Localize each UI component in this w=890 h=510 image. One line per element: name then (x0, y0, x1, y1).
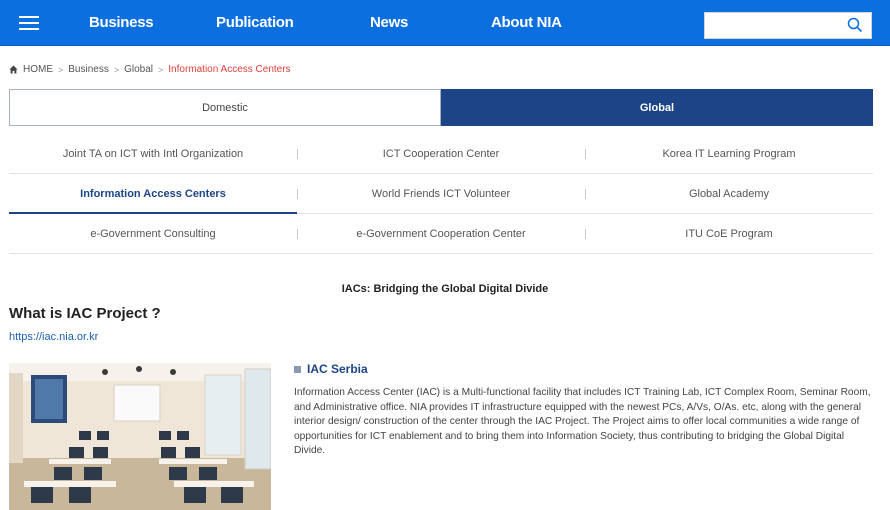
breadcrumb-current: Information Access Centers (168, 64, 291, 75)
tab-global[interactable]: Global (441, 89, 873, 126)
tab-domestic[interactable]: Domestic (9, 89, 441, 126)
breadcrumb-business[interactable]: Business (68, 64, 109, 75)
submenu-egov-consulting[interactable]: e-Government Consulting (9, 214, 297, 253)
home-icon[interactable] (9, 65, 18, 74)
search-box (704, 12, 872, 39)
nav-item-publication[interactable]: Publication (216, 14, 294, 31)
iac-website-link[interactable]: https://iac.nia.or.kr (9, 331, 98, 343)
page-subtitle: IACs: Bridging the Global Digital Divide (341, 283, 549, 295)
breadcrumb-home[interactable]: HOME (23, 64, 53, 75)
search-icon[interactable] (847, 17, 863, 33)
nav-item-business[interactable]: Business (89, 14, 154, 31)
iac-description: Information Access Center (IAC) is a Mul… (294, 387, 871, 456)
menu-icon[interactable] (19, 16, 39, 30)
submenu-row: Information Access Centers World Friends… (9, 174, 873, 214)
top-navigation-bar: Business Publication News About NIA (0, 0, 890, 46)
nav-item-about-nia[interactable]: About NIA (491, 14, 562, 31)
breadcrumb-separator-icon: > (58, 64, 64, 75)
submenu-korea-it-learning[interactable]: Korea IT Learning Program (585, 134, 873, 173)
submenu-joint-ta[interactable]: Joint TA on ICT with Intl Organization (9, 134, 297, 173)
submenu-global-academy[interactable]: Global Academy (585, 174, 873, 213)
submenu-ict-cooperation-center[interactable]: ICT Cooperation Center (297, 134, 585, 173)
submenu-row: e-Government Consulting e-Government Coo… (9, 214, 873, 254)
square-bullet-icon (294, 365, 301, 373)
search-input[interactable] (705, 13, 840, 38)
submenu-information-access-centers[interactable]: Information Access Centers (9, 174, 297, 214)
breadcrumb: HOME > Business > Global > Information A… (9, 64, 291, 75)
section-header: IAC Serbia (294, 362, 368, 376)
submenu-egov-cooperation-center[interactable]: e-Government Cooperation Center (297, 214, 585, 253)
section-title: IAC Serbia (307, 362, 368, 376)
submenu-world-friends[interactable]: World Friends ICT Volunteer (297, 174, 585, 213)
region-tabs: Domestic Global (9, 89, 873, 126)
breadcrumb-separator-icon: > (158, 64, 164, 75)
global-submenu: Joint TA on ICT with Intl Organization I… (9, 134, 873, 254)
breadcrumb-global[interactable]: Global (124, 64, 153, 75)
page-title: What is IAC Project ? (9, 305, 161, 322)
breadcrumb-separator-icon: > (113, 64, 120, 75)
submenu-itu-coe[interactable]: ITU CoE Program (585, 214, 873, 253)
submenu-row: Joint TA on ICT with Intl Organization I… (9, 134, 873, 174)
nav-item-news[interactable]: News (370, 14, 408, 31)
iac-classroom-photo (9, 363, 271, 510)
